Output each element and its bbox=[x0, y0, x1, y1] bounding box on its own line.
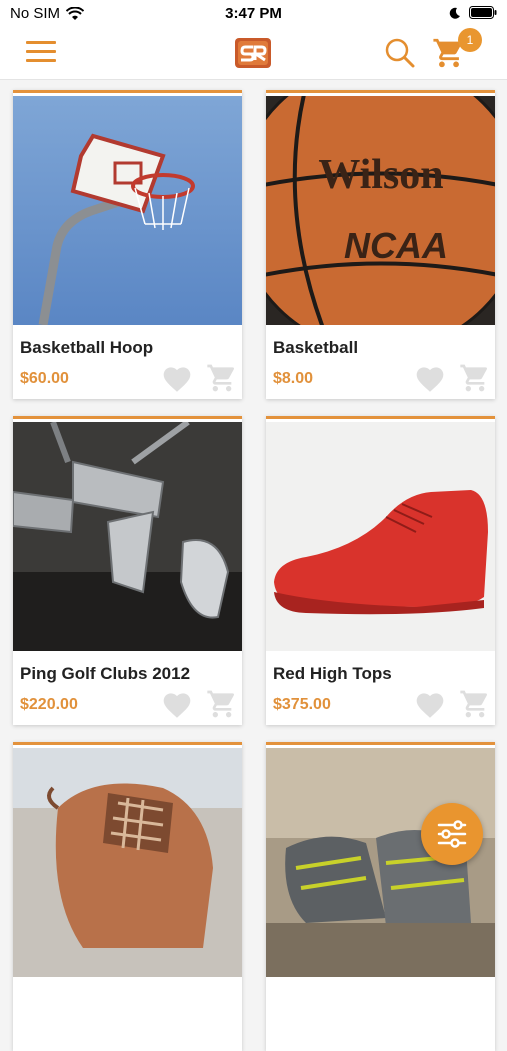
app-header: 1 bbox=[0, 28, 507, 80]
product-name[interactable]: Basketball bbox=[273, 338, 358, 358]
status-bar: No SIM 3:47 PM bbox=[0, 0, 507, 28]
svg-text:Wilson: Wilson bbox=[318, 152, 443, 198]
product-name[interactable]: Basketball Hoop bbox=[20, 338, 153, 358]
baseball-glove-image[interactable] bbox=[13, 748, 242, 977]
filter-icon bbox=[437, 820, 467, 848]
heart-icon[interactable] bbox=[414, 689, 446, 719]
add-to-cart-icon[interactable] bbox=[459, 688, 491, 720]
product-card[interactable]: Basketball Hoop $60.00 bbox=[13, 90, 242, 399]
heart-icon[interactable] bbox=[414, 363, 446, 393]
product-price: $60.00 bbox=[20, 370, 69, 387]
add-to-cart-icon[interactable] bbox=[206, 688, 238, 720]
product-card[interactable] bbox=[13, 742, 242, 1051]
moon-icon bbox=[449, 7, 460, 19]
basketball-hoop-image[interactable] bbox=[13, 96, 242, 325]
heart-icon[interactable] bbox=[161, 363, 193, 393]
product-price: $8.00 bbox=[273, 370, 314, 387]
product-name[interactable]: Ping Golf Clubs 2012 bbox=[20, 664, 190, 684]
battery-icon bbox=[469, 6, 497, 19]
product-card[interactable]: Ping Golf Clubs 2012 $220.00 bbox=[13, 416, 242, 725]
add-to-cart-icon[interactable] bbox=[459, 362, 491, 394]
product-card[interactable]: Wilson NCAA Basketball $8.00 bbox=[266, 90, 495, 399]
search-icon[interactable] bbox=[384, 37, 416, 69]
product-price: $375.00 bbox=[273, 696, 331, 713]
filter-button[interactable] bbox=[421, 803, 483, 865]
product-name[interactable]: Red High Tops bbox=[273, 664, 392, 684]
menu-icon[interactable] bbox=[26, 41, 56, 63]
heart-icon[interactable] bbox=[161, 689, 193, 719]
basketball-image[interactable]: Wilson NCAA bbox=[266, 96, 495, 325]
product-price: $220.00 bbox=[20, 696, 78, 713]
cart-count-badge: 1 bbox=[458, 28, 482, 52]
product-card[interactable] bbox=[266, 742, 495, 1051]
product-card[interactable]: Red High Tops $375.00 bbox=[266, 416, 495, 725]
svg-text:NCAA: NCAA bbox=[344, 225, 448, 266]
clock: 3:47 PM bbox=[225, 5, 282, 22]
golf-clubs-image[interactable] bbox=[13, 422, 242, 651]
add-to-cart-icon[interactable] bbox=[206, 362, 238, 394]
app-logo[interactable] bbox=[234, 36, 272, 70]
red-high-tops-image[interactable] bbox=[266, 422, 495, 651]
